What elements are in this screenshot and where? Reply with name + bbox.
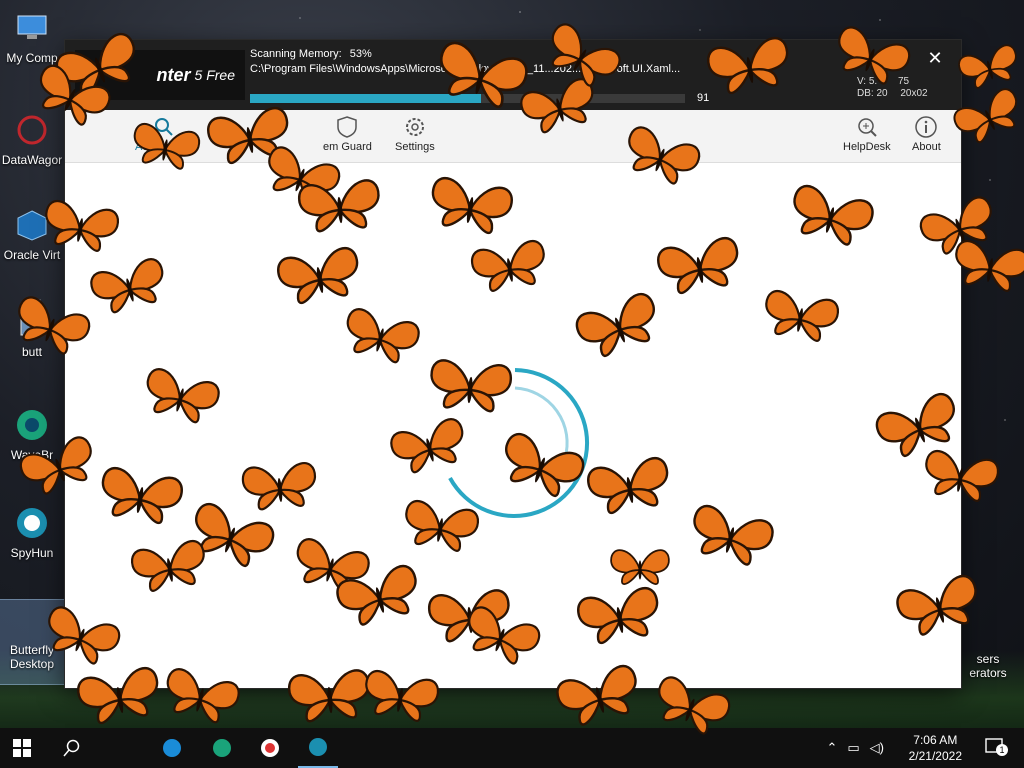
- tab-about[interactable]: About: [912, 114, 941, 153]
- info-icon: [913, 114, 939, 140]
- desktop-icon-label: SpyHun: [10, 546, 54, 560]
- datawagor-icon: [12, 110, 52, 150]
- butterfly-icon: [958, 44, 1017, 89]
- taskbar: ⌃ ▭ ◁) 7:06 AM 2/21/2022 1: [0, 728, 1024, 768]
- scan-icon: [151, 114, 177, 140]
- close-button[interactable]: ✕: [923, 46, 947, 70]
- chevron-up-icon[interactable]: ⌃: [826, 740, 837, 756]
- db-label: DB: 20: [857, 88, 888, 99]
- desktop-icon-spyhunter[interactable]: SpyHun: [0, 503, 64, 560]
- computer-icon: [12, 8, 52, 48]
- scan-percent: 53%: [349, 48, 372, 60]
- edge-icon: [163, 739, 181, 757]
- tab-label: Active Scan: [135, 141, 194, 153]
- scan-progress-fill: [250, 94, 481, 103]
- desktop-icon-label: My Comp: [6, 51, 58, 65]
- desktop-icon-label: sers erators: [969, 652, 1007, 680]
- tab-helpdesk[interactable]: HelpDesk: [843, 114, 891, 153]
- desktop-icon-virtualbox[interactable]: Oracle Virt: [0, 205, 64, 262]
- db-suffix: 20x02: [900, 88, 928, 99]
- desktop-icon-wavebrowser[interactable]: WaveBr: [0, 405, 64, 462]
- wavebrowser-icon: [12, 405, 52, 445]
- tab-settings[interactable]: Settings: [395, 114, 435, 153]
- version-label: V: 5.: [857, 76, 878, 87]
- browser-icon: [261, 739, 279, 757]
- tab-label: About: [912, 141, 941, 153]
- clock[interactable]: 7:06 AM 2/21/2022: [909, 732, 962, 764]
- tab-label: em Guard: [323, 141, 372, 153]
- tab-label: HelpDesk: [843, 141, 891, 153]
- version-info: V: 5. 75 DB: 20 20x02: [857, 76, 928, 100]
- gear-icon: [402, 114, 428, 140]
- taskbar-edge[interactable]: [152, 728, 192, 768]
- desktop-icon-label: WaveBr: [10, 448, 54, 462]
- desktop-icon-label: Butterfly Desktop: [9, 643, 55, 671]
- taskbar-wavebrowser[interactable]: [202, 728, 242, 768]
- desktop-icon-label: Oracle Virt: [3, 248, 61, 262]
- app-edition: 5 Free: [194, 67, 235, 83]
- desktop-icon-installer[interactable]: butt: [0, 302, 64, 359]
- notification-center-button[interactable]: 1: [984, 736, 1008, 758]
- scan-spinner-icon: [448, 368, 590, 518]
- volume-icon[interactable]: ◁): [870, 740, 884, 756]
- wavebrowser-icon: [213, 739, 231, 757]
- version-suffix: 75: [897, 76, 910, 87]
- clock-date: 2/21/2022: [908, 749, 962, 763]
- app-header: nter 5 Free Scanning Memory: 53% C:\Prog…: [65, 40, 961, 110]
- desktop-icon-butterfly[interactable]: Butterfly Desktop: [0, 599, 65, 685]
- scan-label: Scanning Memory:: [250, 48, 342, 60]
- scan-main-area: [65, 163, 961, 688]
- spyhunter-icon: [12, 503, 52, 543]
- desktop-icon-label: DataWagor: [1, 153, 63, 167]
- desktop-icon-label: butt: [21, 345, 42, 359]
- tab-system-guard[interactable]: em Guard: [323, 114, 372, 153]
- search-icon: [63, 739, 80, 757]
- notification-count: 1: [996, 744, 1008, 756]
- scan-path: C:\Program Files\WindowsApps\Microsoft.W…: [250, 63, 681, 75]
- taskbar-spyhunter[interactable]: [298, 728, 338, 768]
- windows-icon: [13, 739, 31, 757]
- desktop-icon-my-computer[interactable]: My Comp: [0, 8, 64, 65]
- desktop-icon-file[interactable]: sers erators: [958, 652, 1018, 680]
- scan-status-panel: Scanning Memory: 53% C:\Program Files\Wi…: [250, 48, 730, 104]
- system-tray: ⌃ ▭ ◁): [826, 740, 884, 756]
- taskbar-browser[interactable]: [250, 728, 290, 768]
- spyhunter-icon: [309, 738, 327, 756]
- helpdesk-icon: [854, 114, 880, 140]
- tab-active-scan[interactable]: Active Scan: [135, 114, 193, 153]
- clock-time: 7:06 AM: [913, 733, 958, 747]
- app-toolbar: Active Scan em Guard Settings HelpDesk A…: [65, 110, 961, 163]
- butterfly-icon: [953, 88, 1018, 144]
- installer-icon: [12, 302, 52, 342]
- start-button[interactable]: [2, 728, 42, 768]
- scan-count: 91: [697, 92, 710, 104]
- butterfly-icon: [955, 239, 1024, 292]
- virtualbox-icon: [12, 205, 52, 245]
- network-icon[interactable]: ▭: [847, 740, 859, 756]
- butterfly-icon: [12, 600, 52, 640]
- tab-label: Settings: [395, 141, 435, 153]
- desktop-icon-datawagor[interactable]: DataWagor: [0, 110, 64, 167]
- spyhunter-window: nter 5 Free Scanning Memory: 53% C:\Prog…: [65, 40, 961, 688]
- app-logo: nter 5 Free: [75, 50, 245, 100]
- app-name: nter: [156, 64, 191, 85]
- shield-icon: [334, 114, 360, 140]
- search-button[interactable]: [52, 728, 92, 768]
- scan-progress-bar: [250, 94, 685, 103]
